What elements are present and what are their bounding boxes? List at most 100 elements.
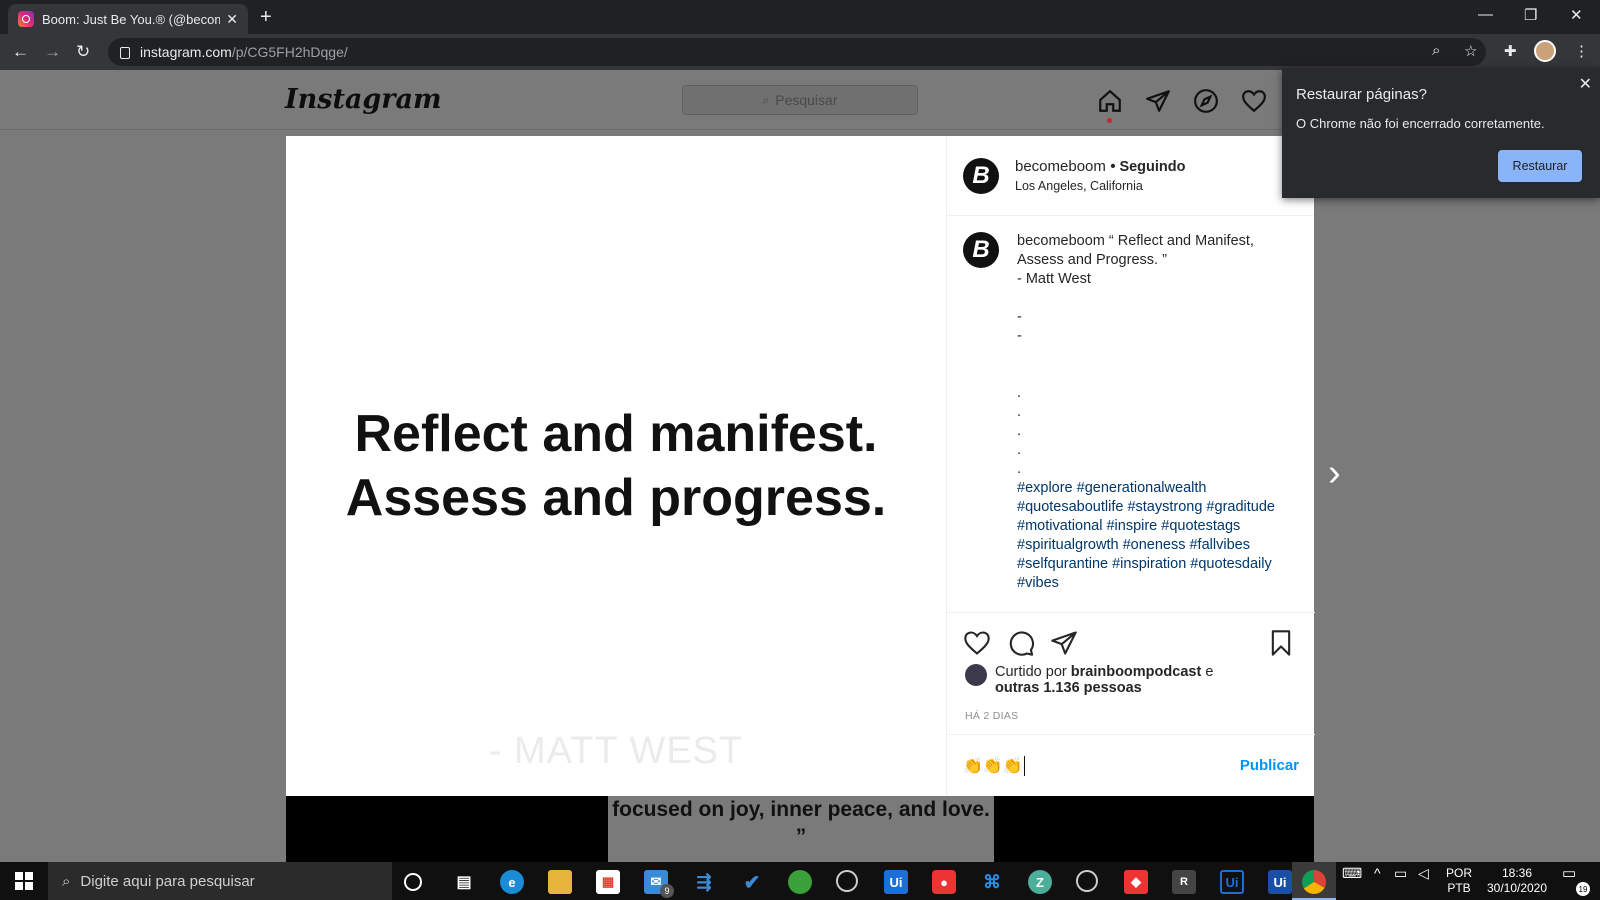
uipath-icon[interactable]: Ui [884,870,908,894]
comment-input[interactable]: 👏👏👏 [963,755,1025,776]
tab-close-icon[interactable]: ✕ [226,11,238,28]
notification-dot [1107,118,1112,123]
home-icon[interactable] [1097,88,1123,114]
post-header: B becomeboom • Seguindo Los Angeles, Cal… [947,136,1314,216]
popup-message: O Chrome não foi encerrado corretamente. [1296,116,1545,131]
vscode-icon[interactable]: ⌘ [980,870,1004,894]
post-sidebar: B becomeboom • Seguindo Los Angeles, Cal… [946,136,1315,796]
restore-button[interactable]: Restaurar [1498,150,1582,182]
instagram-logo[interactable]: Instagram [285,84,442,115]
minimize-button[interactable]: — [1478,6,1493,23]
store-icon[interactable]: ▦ [596,870,620,894]
anydesk-icon[interactable]: ◆ [1124,870,1148,894]
clock-time: 18:36 [1501,866,1533,880]
caption-author: - Matt West [1017,271,1091,287]
tray-chevron-icon[interactable]: ^ [1374,866,1381,881]
tab-title: Boom: Just Be You.® (@becomeb [42,11,221,27]
mail-badge: 9 [660,884,674,898]
recorder-icon[interactable]: ● [932,870,956,894]
todo-check-icon[interactable]: ✔ [740,870,764,894]
forward-arrow-icon[interactable]: → [44,42,61,62]
keyboard-icon[interactable]: ⌨ [1342,866,1362,881]
caption-area: B becomeboom “ Reflect and Manifest, Ass… [963,232,1303,588]
lang-line2: PTB [1447,881,1471,895]
post-image[interactable]: Reflect and manifest. Assess and progres… [286,136,946,796]
uipath-studio-icon[interactable]: Ui [1220,870,1244,894]
notification-badge: 19 [1576,882,1590,896]
extensions-puzzle-icon[interactable]: ✚ [1504,42,1517,60]
post-location[interactable]: Los Angeles, California [1015,179,1186,193]
activity-heart-icon[interactable] [1241,88,1267,114]
taskbar-search[interactable]: ⌕ Digite aqui para pesquisar [48,862,392,900]
caption-hashtags[interactable]: #explore #generationalwealth #quotesabou… [1017,479,1297,588]
direct-message-icon[interactable] [1145,88,1171,114]
z-app-icon[interactable]: Z [1028,870,1052,894]
network-icon[interactable]: ▭ [1394,866,1407,881]
url-host: instagram.com [140,44,232,60]
action-center-icon[interactable]: ▭ [1562,866,1576,881]
next-post-arrow-icon[interactable]: › [1328,452,1341,495]
browser-toolbar: ← → ↻ instagram.com/p/CG5FH2hDqge/ ⌕ ☆ ✚… [0,34,1600,70]
restore-pages-popup: Restaurar páginas? O Chrome não foi ence… [1282,68,1600,198]
comment-form: 👏👏👏 Publicar [947,734,1315,796]
close-window-button[interactable]: ✕ [1570,6,1583,24]
new-tab-button[interactable]: + [260,6,272,29]
restore-window-button[interactable]: ❐ [1524,6,1537,24]
liker-avatar[interactable] [965,664,987,686]
account-avatar[interactable]: B [963,157,999,194]
caption-username[interactable]: becomeboom [1017,233,1105,249]
language-indicator[interactable]: POR PTB [1446,866,1472,896]
task-view-icon[interactable]: ▤ [452,870,476,894]
back-arrow-icon[interactable]: ← [12,42,29,62]
tab-strip: Boom: Just Be You.® (@becomeb ✕ + — ❐ ✕ [0,0,1600,34]
liked-user[interactable]: brainboompodcast [1071,664,1202,680]
chrome-menu-icon[interactable]: ⋮ [1574,42,1589,60]
following-status[interactable]: • Seguindo [1110,159,1185,175]
clock-date: 30/10/2020 [1486,881,1548,895]
edge-icon[interactable]: e [500,870,524,894]
r-app-icon[interactable]: R [1172,870,1196,894]
publish-button[interactable]: Publicar [1240,757,1299,774]
like-heart-icon[interactable] [963,629,991,657]
account-username[interactable]: becomeboom [1015,158,1106,175]
volume-icon[interactable]: ◁ [1418,866,1429,881]
address-bar[interactable]: instagram.com/p/CG5FH2hDqge/ [108,38,1486,66]
settings-gear-icon[interactable] [1076,870,1098,892]
instagram-search-input[interactable]: ⌕ Pesquisar [682,85,918,115]
chrome-icon[interactable] [1302,870,1326,894]
browser-shield-icon[interactable] [788,870,812,894]
share-icon[interactable] [1050,629,1078,657]
liked-and: e [1205,664,1214,680]
uipath-assistant-icon[interactable]: Ui [1268,870,1292,894]
caption-text-block: becomeboom “ Reflect and Manifest, Asses… [1017,232,1297,588]
popup-title: Restaurar páginas? [1296,86,1427,103]
lock-icon [120,47,130,59]
image-quote: Reflect and manifest. Assess and progres… [286,402,946,530]
liked-prefix: Curtido por [995,664,1067,680]
browser-tab[interactable]: Boom: Just Be You.® (@becomeb ✕ [8,4,248,34]
profile-avatar[interactable] [1534,40,1556,62]
post-modal: Reflect and manifest. Assess and progres… [286,136,1315,796]
post-actions [947,612,1315,656]
bookmark-star-icon[interactable]: ☆ [1464,42,1477,60]
taskbar-search-placeholder: Digite aqui para pesquisar [80,872,255,890]
explore-compass-icon[interactable] [1193,88,1219,114]
obs-icon[interactable] [836,870,858,892]
clock[interactable]: 18:36 30/10/2020 [1482,866,1552,896]
save-bookmark-icon[interactable] [1267,629,1295,657]
search-icon: ⌕ [762,92,770,107]
liked-others[interactable]: outras 1.136 pessoas [995,680,1142,696]
caption-avatar[interactable]: B [963,232,999,268]
zoom-icon[interactable]: ⌕ [1432,42,1440,59]
post-time-ago[interactable]: HÁ 2 DIAS [965,710,1018,722]
comment-icon[interactable] [1007,629,1035,657]
remote-app-icon[interactable]: ⇶ [692,870,716,894]
windows-start-icon[interactable] [0,862,48,900]
reload-icon[interactable]: ↻ [76,42,90,62]
popup-close-icon[interactable]: ✕ [1579,74,1592,94]
lang-line1: POR [1446,866,1473,880]
image-author: - MATT WEST [488,730,744,772]
cortana-icon[interactable] [404,873,422,891]
file-explorer-icon[interactable] [548,870,572,894]
image-quote-line2: Assess and progress. [345,469,887,527]
